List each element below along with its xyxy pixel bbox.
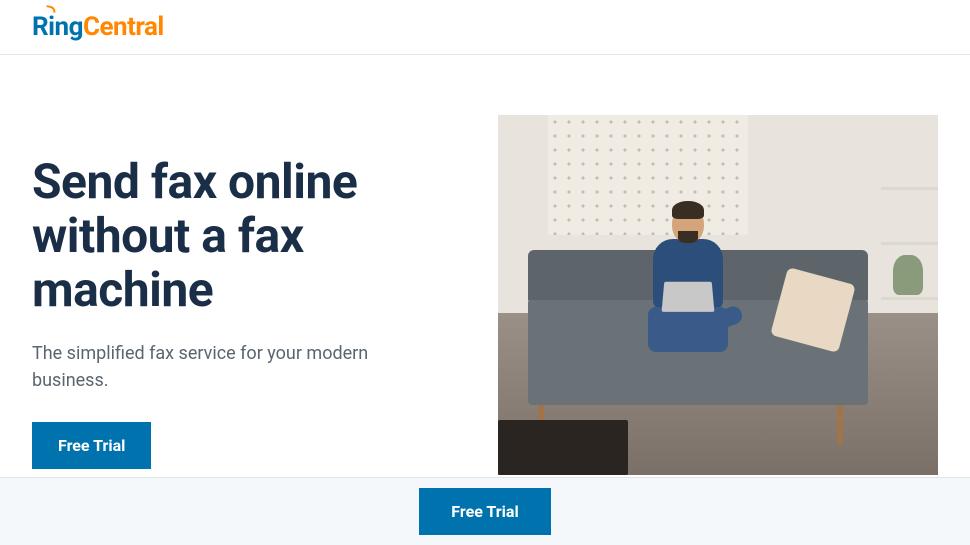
brand-logo[interactable]: Ring Central bbox=[32, 12, 938, 42]
hero-headline: Send fax online without a fax machine bbox=[32, 155, 458, 316]
hero-subheadline: The simplified fax service for your mode… bbox=[32, 340, 432, 394]
sticky-cta-bar: Free Trial bbox=[0, 477, 970, 545]
logo-ring-text: Ring bbox=[32, 12, 83, 42]
person-illustration bbox=[638, 205, 738, 345]
free-trial-button[interactable]: Free Trial bbox=[32, 422, 151, 469]
site-header: Ring Central bbox=[0, 0, 970, 55]
logo-central-text: Central bbox=[83, 12, 164, 42]
hero-image bbox=[498, 115, 938, 475]
laptop-icon bbox=[662, 282, 715, 312]
hero-text-column: Send fax online without a fax machine Th… bbox=[32, 115, 458, 475]
hero-section: Send fax online without a fax machine Th… bbox=[0, 55, 970, 475]
sticky-free-trial-button[interactable]: Free Trial bbox=[419, 488, 550, 535]
coffee-table bbox=[498, 420, 628, 475]
plant-decor bbox=[893, 255, 923, 295]
